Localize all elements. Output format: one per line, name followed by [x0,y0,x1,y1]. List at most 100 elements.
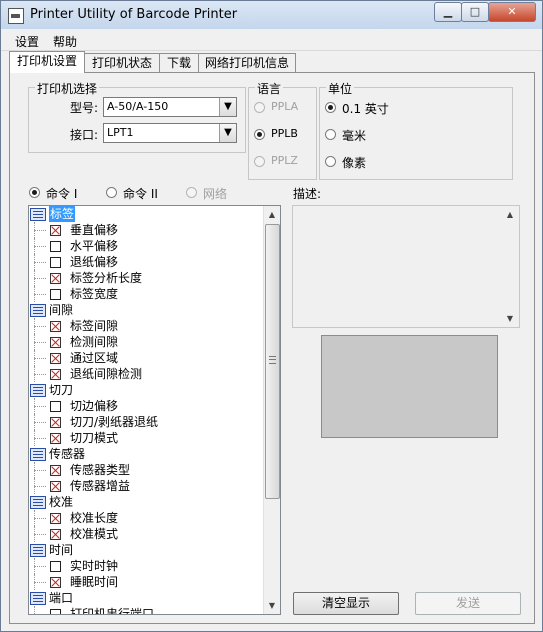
checkbox[interactable] [50,337,61,348]
folder-list-icon [30,208,46,221]
tree-node-label[interactable]: 间隙 [49,302,73,318]
tree-child-item[interactable]: 退纸偏移 [29,254,263,270]
tree-child-item[interactable]: 传感器类型 [29,462,263,478]
tree-child-label: 标签宽度 [70,287,119,301]
folder-list-icon [30,544,46,557]
clear-display-button[interactable]: 清空显示 [293,592,399,615]
tree-child-label: 校准模式 [70,527,119,541]
tree-node[interactable]: 间隙 [29,302,263,318]
checkbox[interactable] [50,289,61,300]
tree-node-label[interactable]: 校准 [49,494,73,510]
unit-inch-radio[interactable] [325,102,336,113]
tree-child-item[interactable]: 检测间隙 [29,334,263,350]
scroll-thumb[interactable] [265,224,280,499]
checkbox[interactable] [50,561,61,572]
tree-line [34,486,46,487]
tab-download[interactable]: 下载 [159,53,199,72]
tree-node[interactable]: 时间 [29,542,263,558]
tree-line [34,278,46,279]
tree-child-item[interactable]: 切刀模式 [29,430,263,446]
checkbox[interactable] [50,401,61,412]
checkbox[interactable] [50,513,61,524]
tree-child-item[interactable]: 标签分析长度 [29,270,263,286]
checkbox[interactable] [50,577,61,588]
close-button[interactable]: ✕ [488,2,536,22]
tab-network-printer-info[interactable]: 网络打印机信息 [198,53,296,72]
checkbox[interactable] [50,225,61,236]
scroll-down-icon[interactable]: ▼ [264,597,280,614]
tree-node-label[interactable]: 切刀 [49,382,73,398]
tree-node-label[interactable]: 端口 [49,590,73,606]
tree-child-item[interactable]: 切刀/剥纸器退纸 [29,414,263,430]
tree-child-item[interactable]: 标签宽度 [29,286,263,302]
tree-node[interactable]: 校准 [29,494,263,510]
description-box[interactable]: ▲ ▼ [292,205,520,328]
checkbox[interactable] [50,417,61,428]
unit-mm-radio[interactable] [325,129,336,140]
tree-node-label[interactable]: 标签 [49,206,76,222]
tree-node[interactable]: 切刀 [29,382,263,398]
checkbox[interactable] [50,529,61,540]
chevron-down-icon[interactable]: ▼ [219,124,236,142]
command-1-radio[interactable] [29,187,40,198]
minimize-button[interactable]: ▁ [434,2,462,22]
tab-printer-status[interactable]: 打印机状态 [84,53,160,72]
tree-line [34,294,46,295]
tree-line [34,374,46,375]
scroll-down-icon[interactable]: ▼ [502,310,518,327]
tree-child-item[interactable]: 垂直偏移 [29,222,263,238]
checkbox[interactable] [50,369,61,380]
command-1-label[interactable]: 命令 I [46,185,77,202]
tree-node[interactable]: 端口 [29,590,263,606]
language-pplb-label[interactable]: PPLB [271,127,298,140]
checkbox[interactable] [50,609,61,614]
scroll-up-icon[interactable]: ▲ [264,206,280,223]
menu-settings[interactable]: 设置 [15,33,39,50]
port-select[interactable]: LPT1 ▼ [103,123,237,143]
tree-child-item[interactable]: 标签间隙 [29,318,263,334]
checkbox[interactable] [50,433,61,444]
checkbox[interactable] [50,273,61,284]
tree-child-item[interactable]: 实时时钟 [29,558,263,574]
tree-node-label[interactable]: 传感器 [49,446,85,462]
tree-child-label: 标签间隙 [70,319,119,333]
command-2-label[interactable]: 命令 II [123,185,158,202]
checkbox[interactable] [50,241,61,252]
tree-child-item[interactable]: 传感器增益 [29,478,263,494]
tree-child-item[interactable]: 通过区域 [29,350,263,366]
tree-node-label[interactable]: 时间 [49,542,73,558]
tree-child-label: 退纸间隙检测 [70,367,143,381]
command-2-radio[interactable] [106,187,117,198]
maximize-button[interactable]: □ [461,2,489,22]
checkbox[interactable] [50,465,61,476]
checkbox[interactable] [50,321,61,332]
tree-node[interactable]: 标签 [29,206,263,222]
tree-node[interactable]: 传感器 [29,446,263,462]
tree-child-item[interactable]: 水平偏移 [29,238,263,254]
port-label: 接口: [70,128,99,142]
tree-child-item[interactable]: 打印机串行端口 [29,606,263,614]
scroll-up-icon[interactable]: ▲ [502,206,518,223]
unit-pixel-label[interactable]: 像素 [342,154,366,171]
tree-child-item[interactable]: 校准长度 [29,510,263,526]
language-pplb-radio[interactable] [254,129,265,140]
checkbox[interactable] [50,481,61,492]
tree-child-item[interactable]: 校准模式 [29,526,263,542]
tab-printer-settings[interactable]: 打印机设置 [9,51,85,73]
tree-child-item[interactable]: 切边偏移 [29,398,263,414]
unit-pixel-radio[interactable] [325,156,336,167]
chevron-down-icon[interactable]: ▼ [219,98,236,116]
unit-inch-label[interactable]: 0.1 英寸 [342,100,389,117]
tree-child-item[interactable]: 睡眠时间 [29,574,263,590]
checkbox[interactable] [50,257,61,268]
settings-tree[interactable]: 标签 垂直偏移 水平偏移 退纸偏移 标签分析长度 标签宽度 间隙 标签间隙 检测间隙 通过区域 退纸… [28,205,281,615]
checkbox[interactable] [50,353,61,364]
menu-help[interactable]: 帮助 [53,33,77,50]
tree-scrollbar[interactable]: ▲ ▼ [263,206,280,614]
send-button[interactable]: 发送 [415,592,521,615]
folder-list-icon [30,304,46,317]
unit-mm-label[interactable]: 毫米 [342,127,366,144]
model-select[interactable]: A-50/A-150 ▼ [103,97,237,117]
tree-child-item[interactable]: 退纸间隙检测 [29,366,263,382]
tree-line [34,438,46,439]
